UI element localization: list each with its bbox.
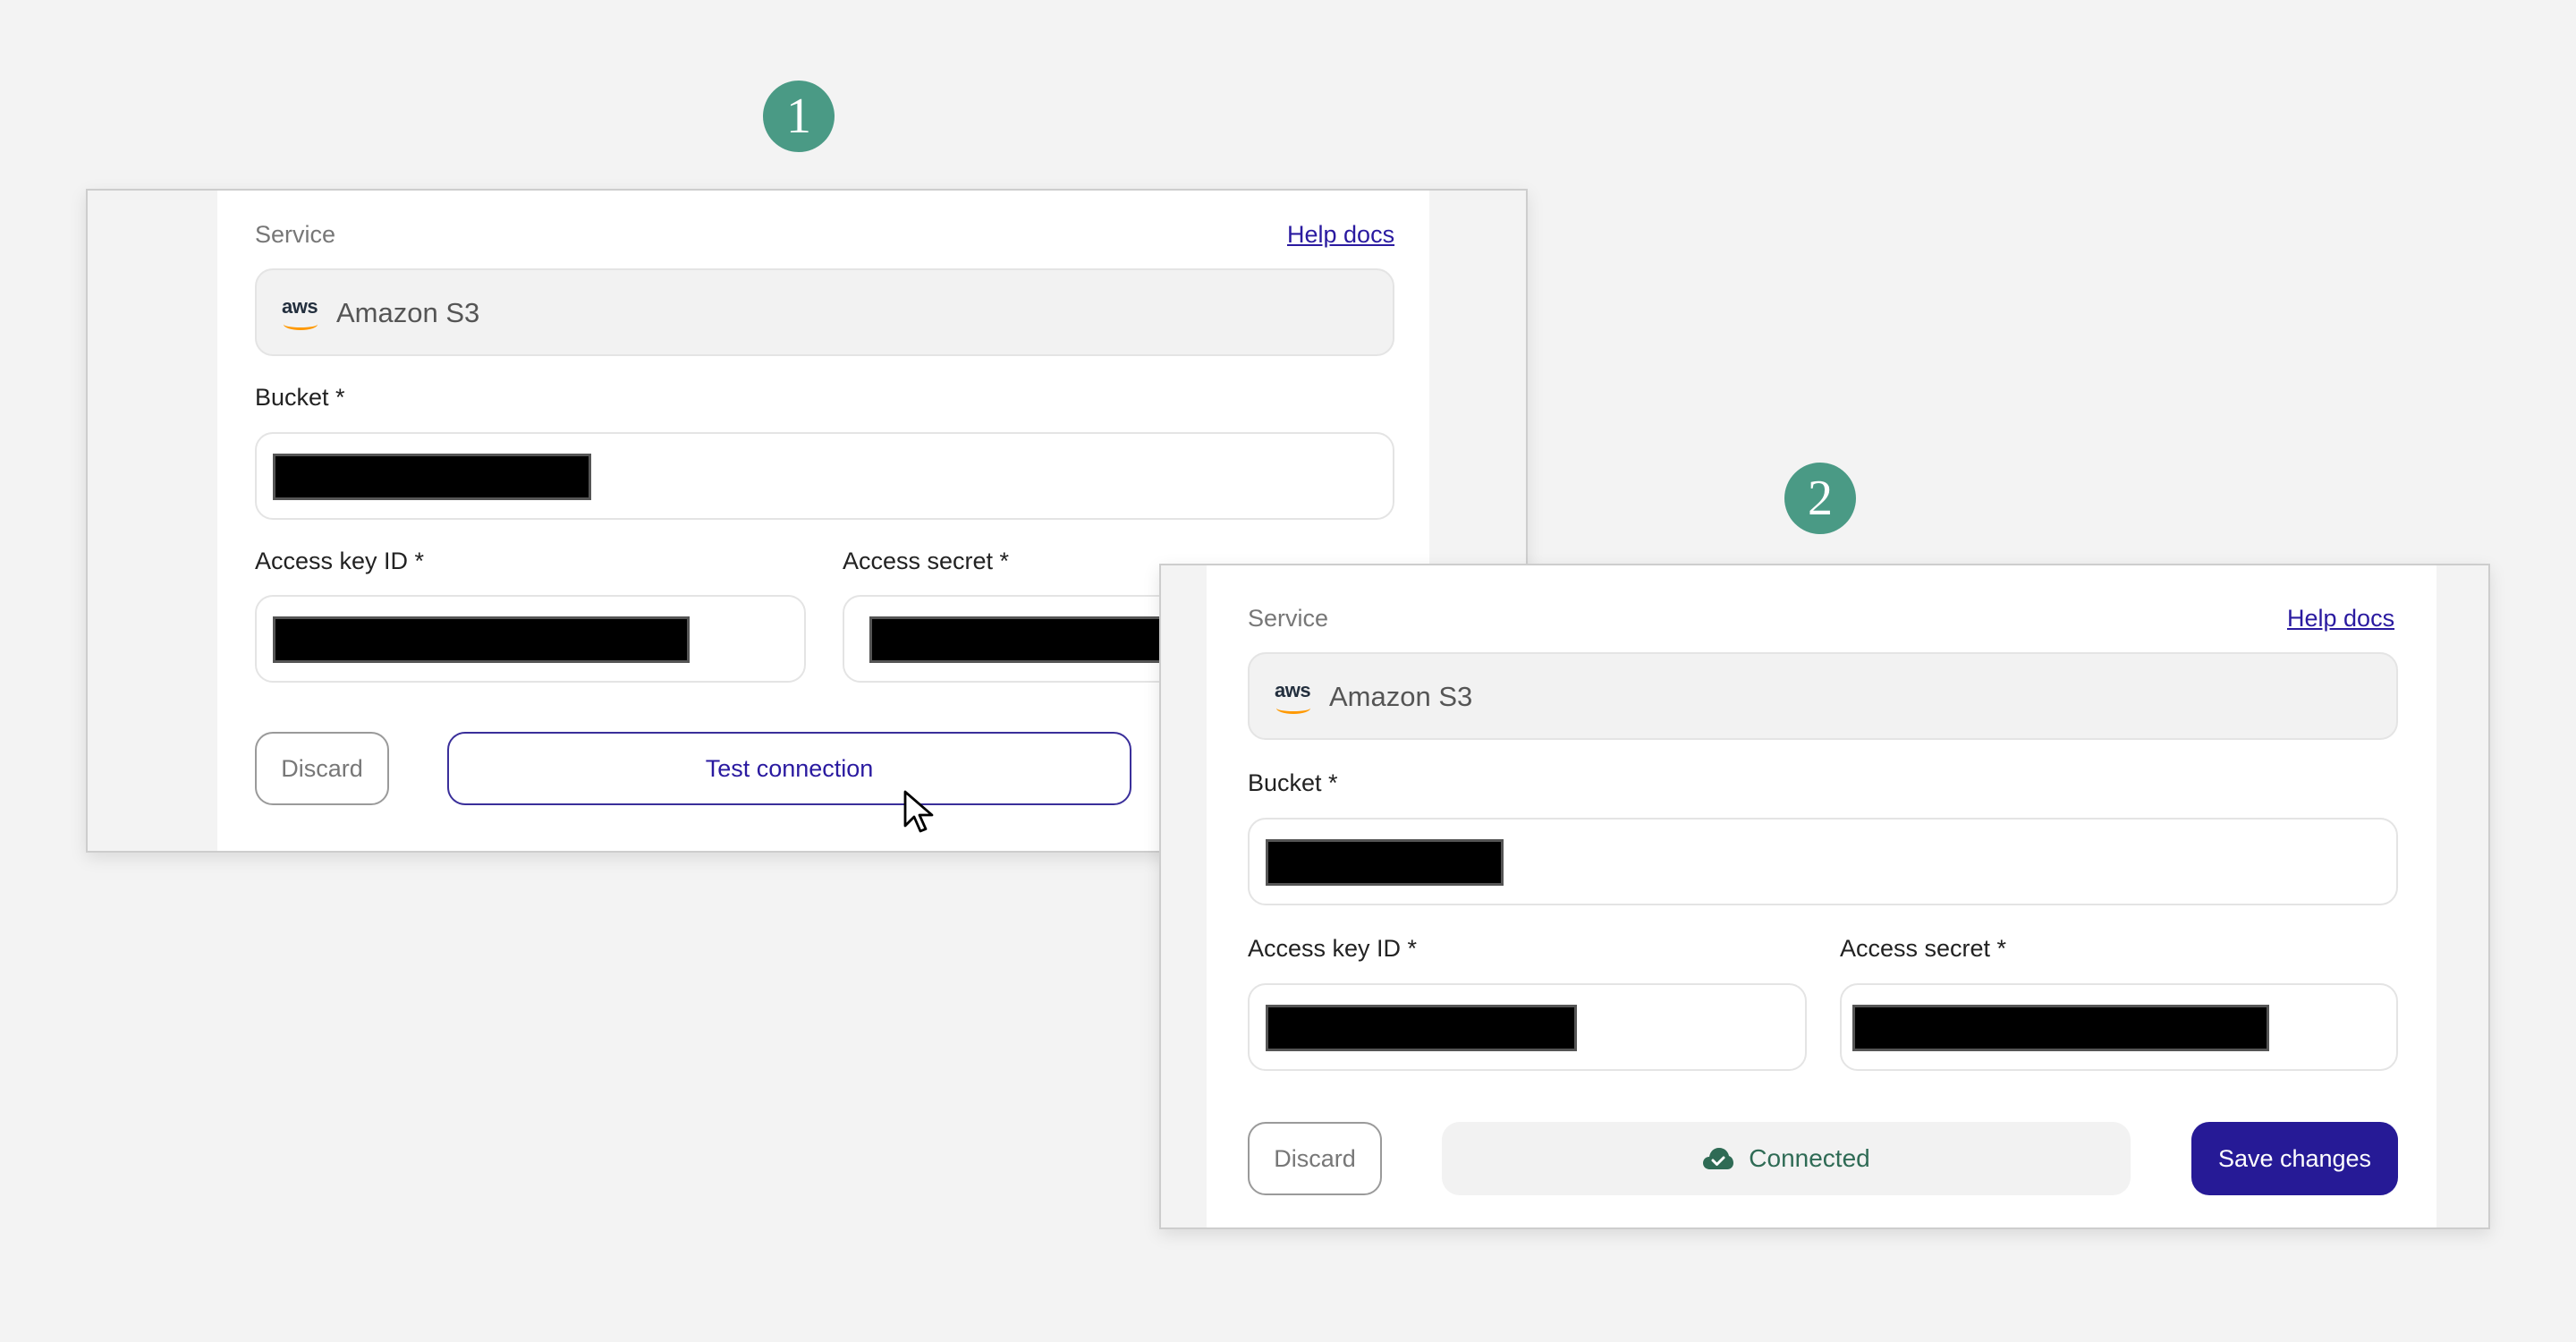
- service-select[interactable]: aws Amazon S3: [255, 268, 1394, 356]
- access-key-id-input[interactable]: [255, 595, 806, 683]
- service-label: Service: [255, 221, 336, 248]
- save-changes-button[interactable]: Save changes: [2191, 1122, 2398, 1195]
- discard-button[interactable]: Discard: [1248, 1122, 1382, 1195]
- bucket-input[interactable]: [1248, 818, 2398, 905]
- connection-status: Connected: [1442, 1122, 2131, 1195]
- cloud-check-icon: [1703, 1148, 1734, 1169]
- aws-logo-icon: aws: [282, 295, 318, 330]
- access-key-id-label: Access key ID *: [1248, 935, 1418, 962]
- discard-button[interactable]: Discard: [255, 732, 389, 805]
- access-secret-input[interactable]: [1840, 983, 2398, 1071]
- bucket-label: Bucket *: [255, 384, 345, 411]
- access-key-id-input[interactable]: [1248, 983, 1807, 1071]
- service-label: Service: [1248, 605, 1329, 632]
- help-docs-link[interactable]: Help docs: [2287, 605, 2394, 633]
- service-value: Amazon S3: [336, 297, 480, 328]
- connection-form-panel-step-2: Service Help docs aws Amazon S3 Bucket *…: [1159, 564, 2490, 1229]
- step-2-badge: 2: [1784, 463, 1856, 534]
- redacted-bucket-value: [1266, 839, 1504, 886]
- test-connection-button[interactable]: Test connection: [447, 732, 1131, 805]
- redacted-access-key-value: [1266, 1005, 1577, 1051]
- step-number: 2: [1808, 471, 1833, 526]
- service-select[interactable]: aws Amazon S3: [1248, 652, 2398, 740]
- connection-status-label: Connected: [1749, 1144, 1870, 1172]
- access-secret-label: Access secret *: [1840, 935, 2007, 962]
- access-key-id-label: Access key ID *: [255, 548, 425, 574]
- access-secret-label: Access secret *: [843, 548, 1010, 574]
- step-number: 1: [786, 89, 811, 144]
- bucket-input[interactable]: [255, 432, 1394, 520]
- redacted-access-secret-value: [1852, 1005, 2269, 1051]
- bucket-label: Bucket *: [1248, 769, 1338, 796]
- redacted-access-key-value: [273, 616, 690, 663]
- mouse-cursor-icon: [903, 790, 934, 833]
- service-value: Amazon S3: [1329, 681, 1473, 712]
- step-1-badge: 1: [763, 81, 835, 152]
- redacted-bucket-value: [273, 454, 591, 500]
- aws-logo-icon: aws: [1275, 679, 1311, 714]
- help-docs-link[interactable]: Help docs: [1287, 221, 1394, 249]
